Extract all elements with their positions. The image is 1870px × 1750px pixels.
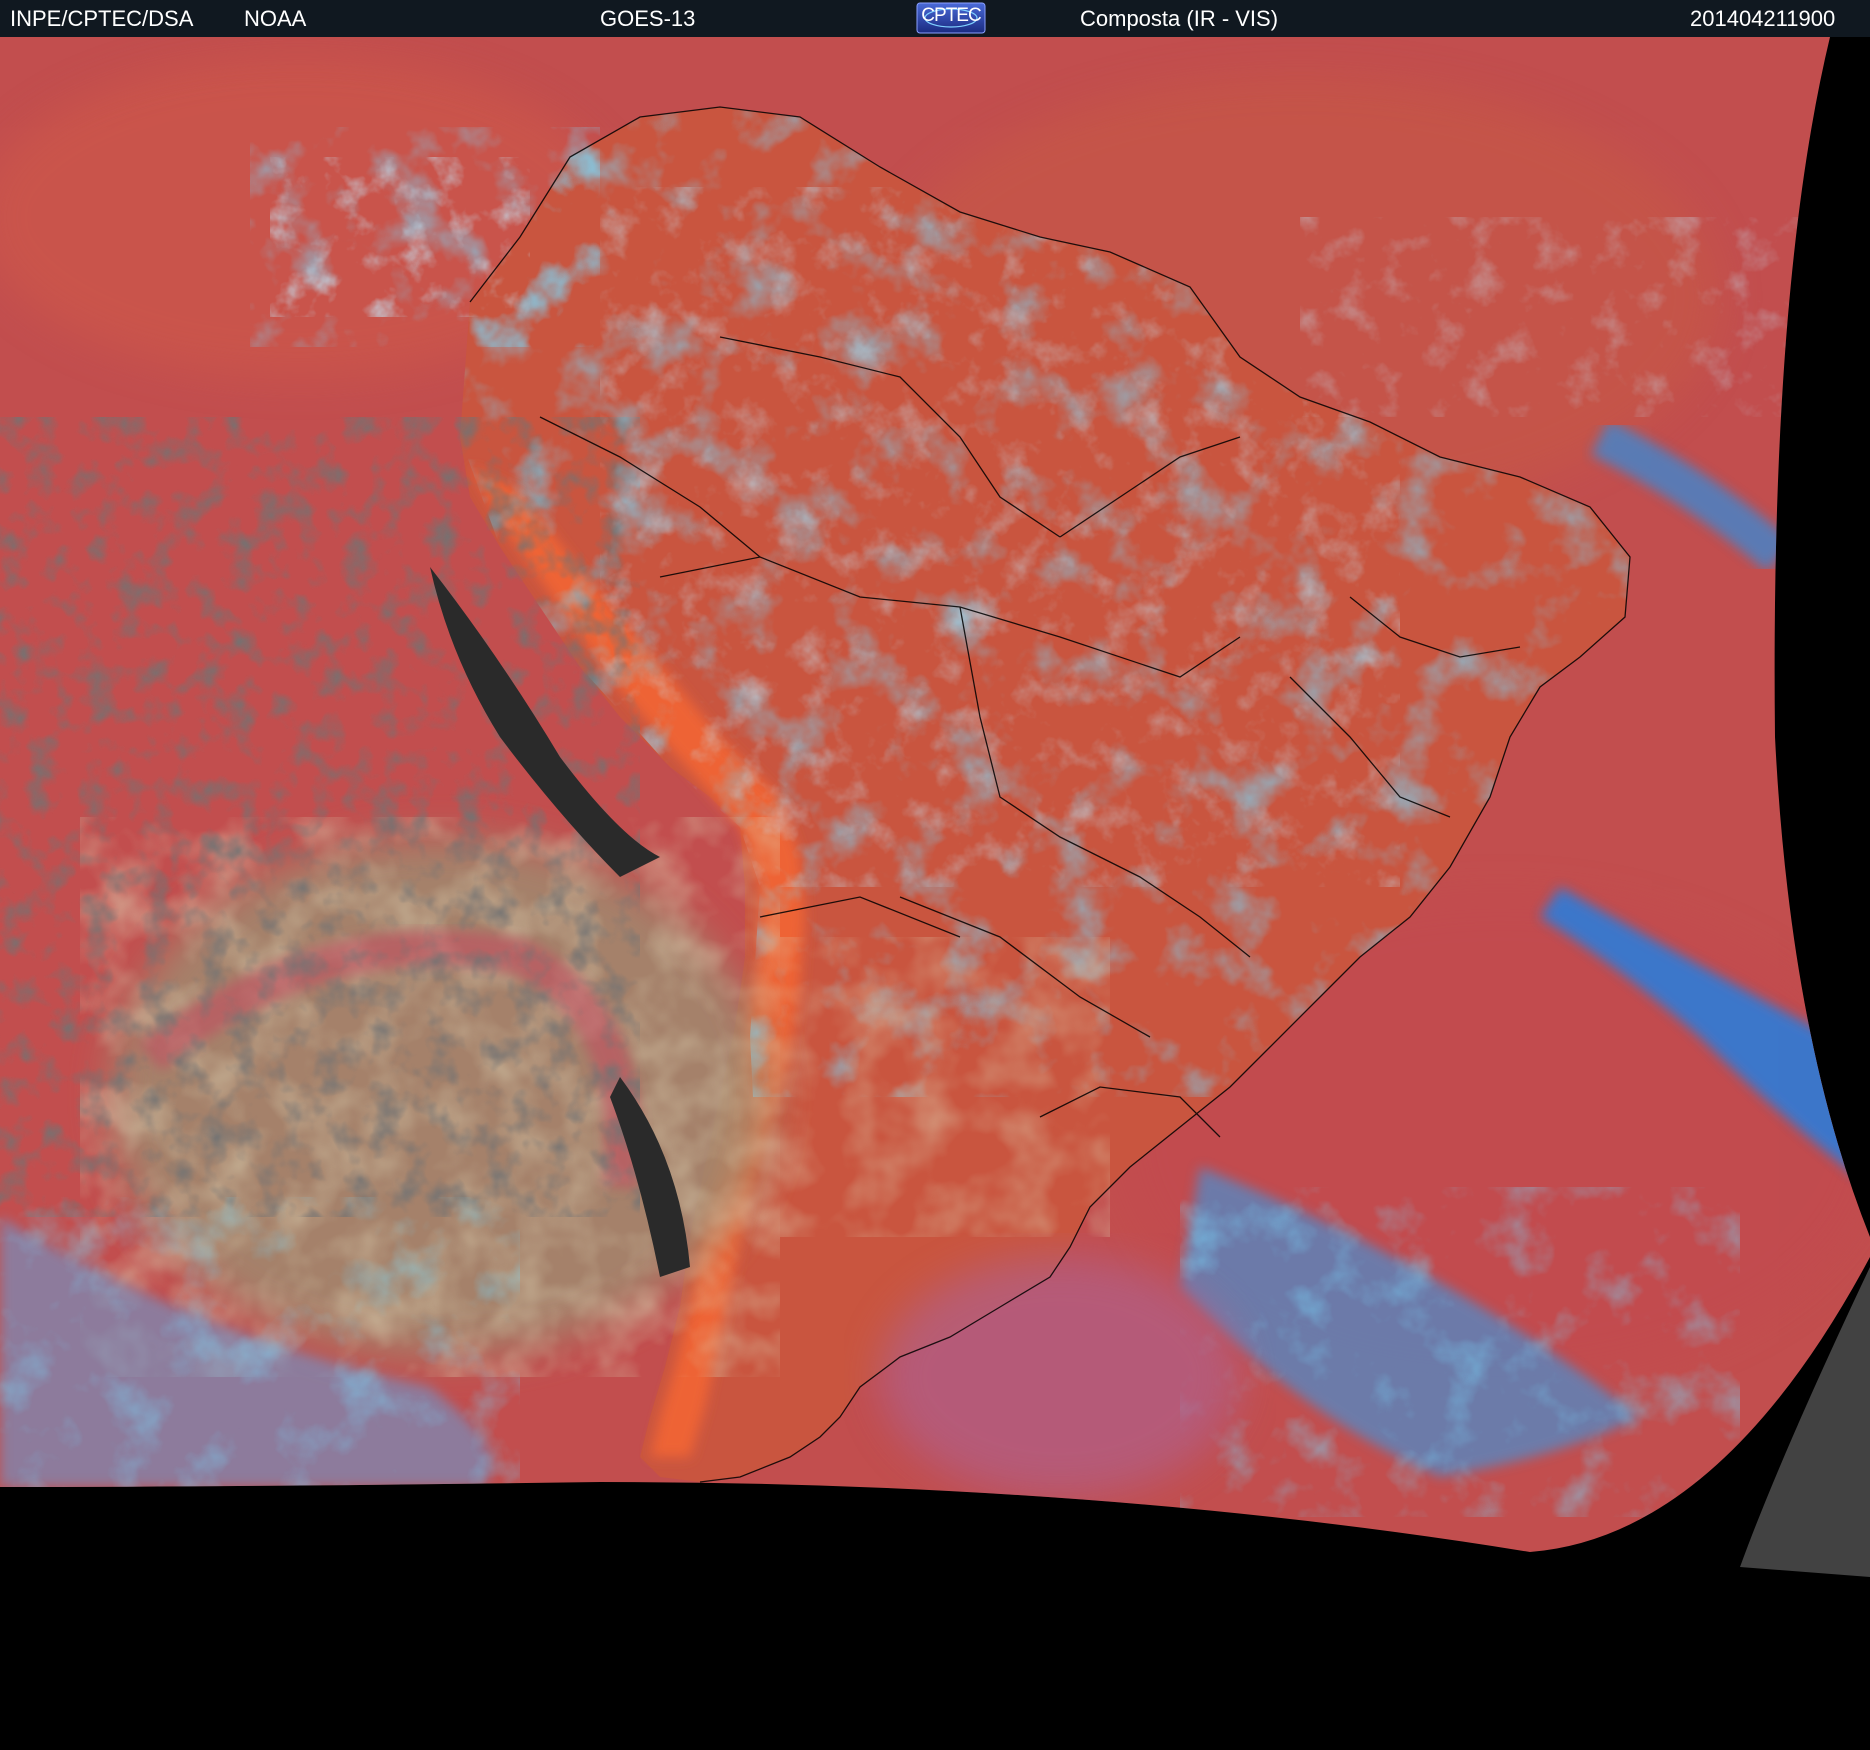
product-label: Composta (IR - VIS) xyxy=(1080,6,1279,31)
header-bar: INPE/CPTEC/DSA NOAA GOES-13 CPTEC Compos… xyxy=(0,0,1870,37)
logo-text: CPTEC xyxy=(921,5,981,26)
org-label: INPE/CPTEC/DSA xyxy=(10,6,194,31)
cptec-logo: CPTEC xyxy=(916,2,986,34)
timestamp-label: 201404211900 xyxy=(1690,6,1836,31)
agency-label: NOAA xyxy=(244,6,307,31)
satellite-composite-image xyxy=(0,37,1870,1750)
satellite-label: GOES-13 xyxy=(600,6,696,31)
